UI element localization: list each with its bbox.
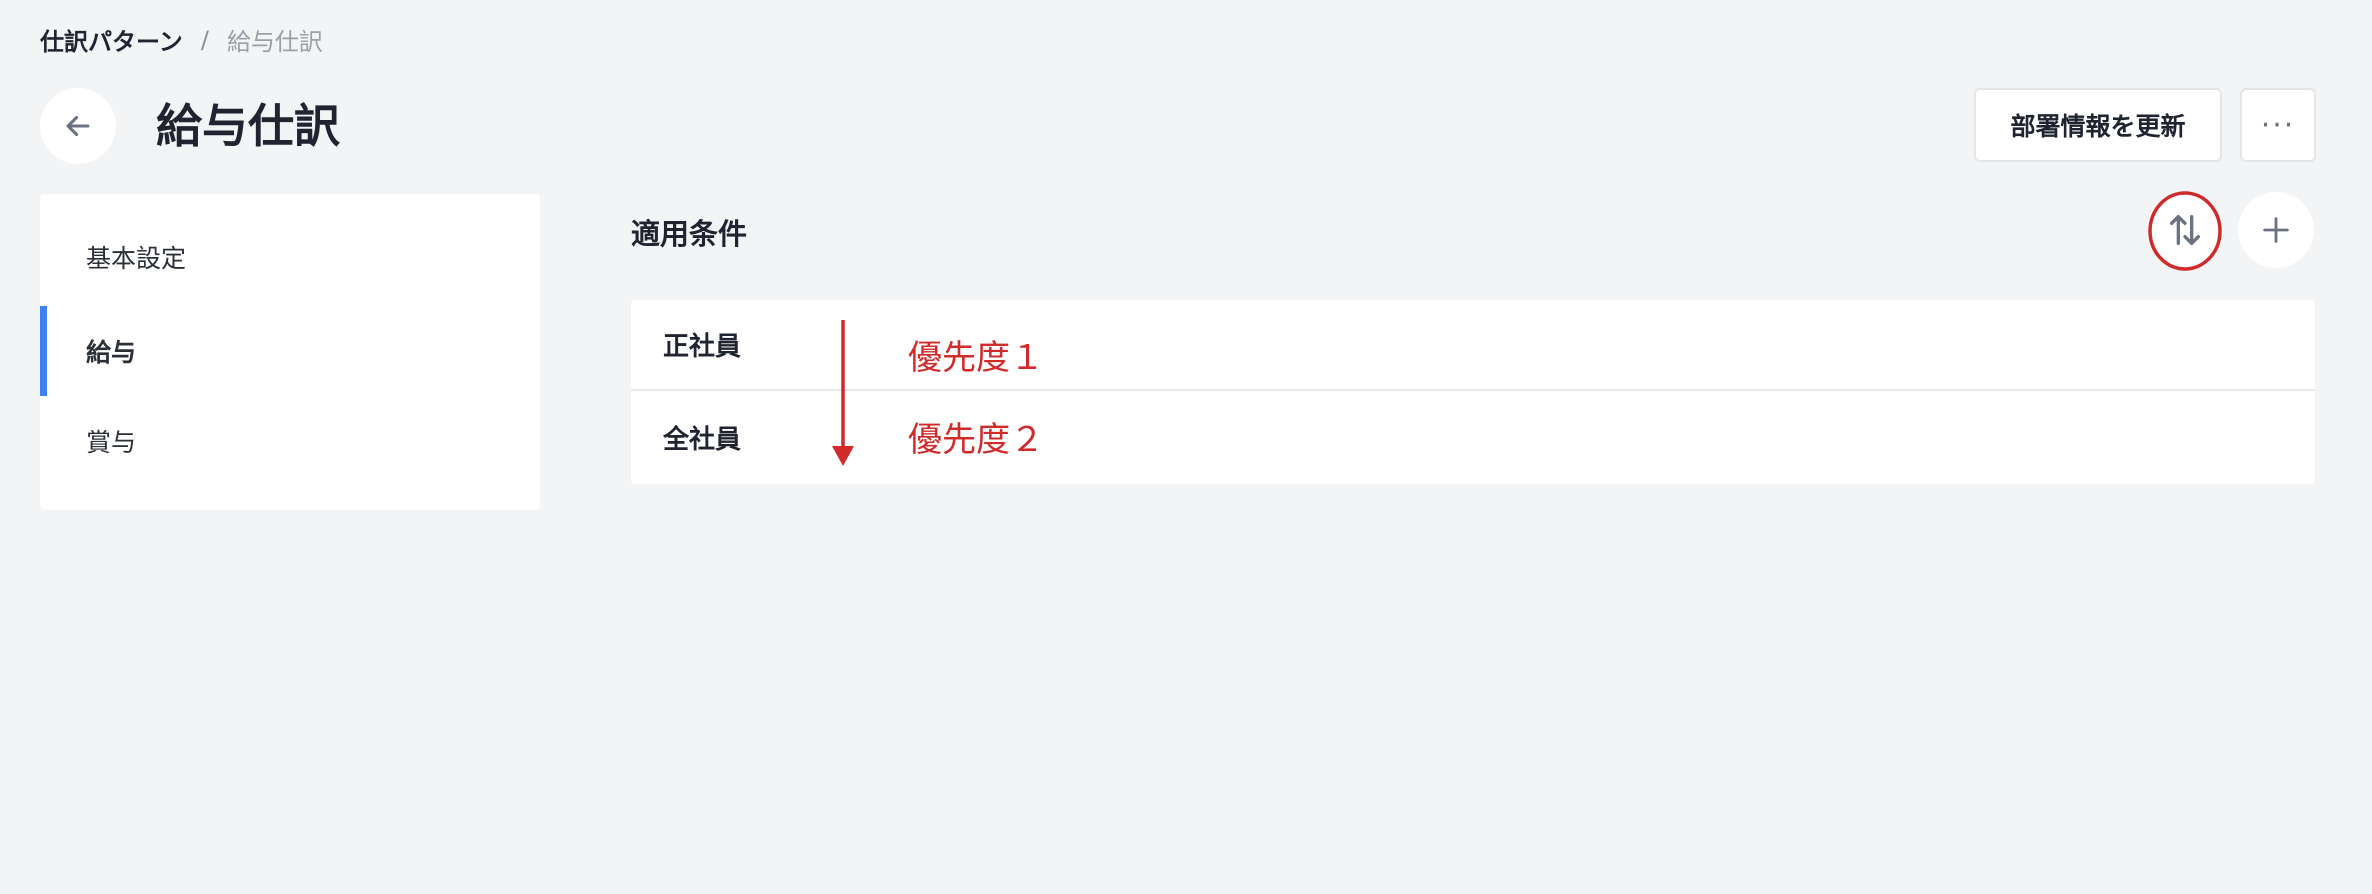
sort-button[interactable] — [2147, 192, 2223, 268]
sidebar-item-basic-settings[interactable]: 基本設定 — [40, 212, 540, 302]
section-title: 適用条件 — [631, 217, 748, 251]
condition-label: 正社員 — [663, 332, 742, 362]
arrow-left-icon — [66, 115, 90, 137]
plus-icon — [2263, 217, 2289, 243]
sidebar: 基本設定 給与 賞与 — [40, 194, 540, 510]
ellipsis-icon: ··· — [2260, 107, 2296, 143]
sidebar-item-salary[interactable]: 給与 — [40, 306, 540, 396]
sidebar-item-label: 給与 — [86, 338, 137, 367]
page-title: 給与仕訳 — [156, 99, 340, 153]
add-condition-button[interactable] — [2238, 192, 2314, 268]
more-options-button[interactable]: ··· — [2240, 88, 2316, 162]
back-button[interactable] — [40, 88, 116, 164]
condition-label: 全社員 — [663, 425, 742, 455]
sidebar-item-bonus[interactable]: 賞与 — [40, 396, 540, 486]
sidebar-item-label: 賞与 — [86, 428, 137, 457]
sidebar-item-label: 基本設定 — [86, 244, 187, 273]
breadcrumb-link-journal-patterns[interactable]: 仕訳パターン — [40, 22, 183, 57]
breadcrumb-separator: / — [200, 25, 209, 54]
conditions-list: 正社員 全社員 — [631, 300, 2315, 484]
condition-row[interactable]: 全社員 — [631, 392, 2315, 483]
update-department-button[interactable]: 部署情報を更新 — [1974, 88, 2222, 162]
condition-row[interactable]: 正社員 — [631, 300, 2315, 391]
breadcrumb-current: 給与仕訳 — [226, 28, 323, 56]
breadcrumb: 仕訳パターン / 給与仕訳 — [40, 22, 323, 57]
sort-arrows-icon — [2170, 215, 2200, 245]
